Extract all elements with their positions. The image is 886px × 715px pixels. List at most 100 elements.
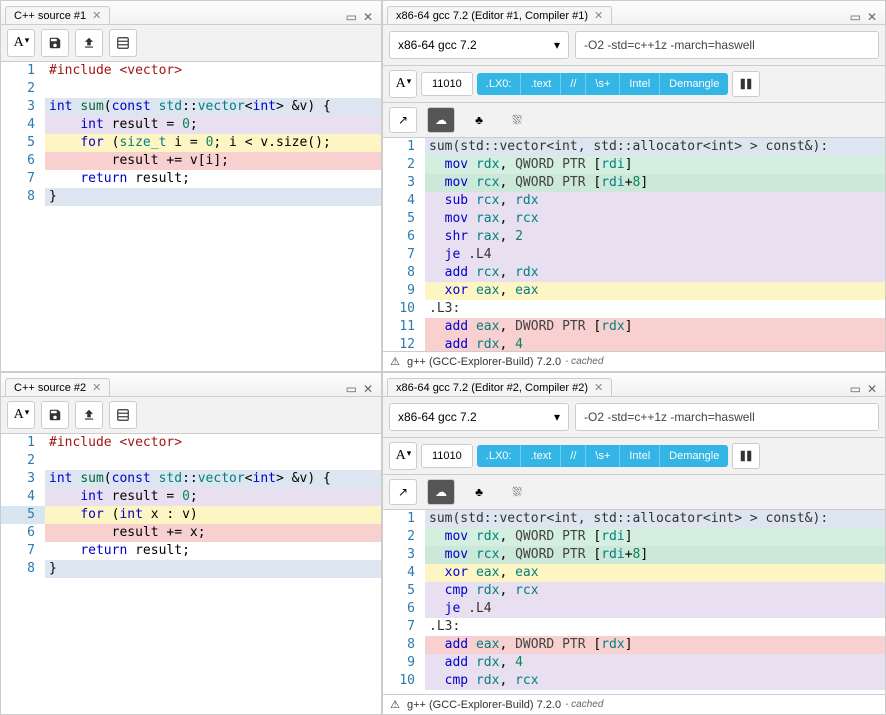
code-line[interactable]: 1sum(std::vector<int, std::allocator<int… — [383, 138, 885, 156]
code-content[interactable]: return result; — [45, 170, 381, 188]
code-line[interactable]: 8} — [1, 188, 381, 206]
code-content[interactable]: .L3: — [425, 300, 885, 318]
code-line[interactable]: 10 cmp rdx, rcx — [383, 672, 885, 690]
maximize-icon[interactable]: ▭ — [850, 382, 861, 396]
code-content[interactable]: add rdx, 4 — [425, 654, 885, 672]
code-line[interactable]: 5 cmp rdx, rcx — [383, 582, 885, 600]
code-line[interactable]: 6 result += x; — [1, 524, 381, 542]
code-content[interactable]: add rdx, 4 — [425, 336, 885, 351]
code-line[interactable]: 2 — [1, 452, 381, 470]
code-content[interactable]: add eax, DWORD PTR [rdx] — [425, 318, 885, 336]
code-line[interactable]: 3 mov rcx, QWORD PTR [rdi+8] — [383, 546, 885, 564]
code-line[interactable]: 4 sub rcx, rdx — [383, 192, 885, 210]
code-line[interactable]: 5 for (int x : v) — [1, 506, 381, 524]
code-line[interactable]: 2 mov rdx, QWORD PTR [rdi] — [383, 156, 885, 174]
tree-icon[interactable]: ♣ — [465, 107, 493, 133]
code-content[interactable]: result += x; — [45, 524, 381, 542]
popout-icon[interactable]: ↗ — [389, 479, 417, 505]
code-content[interactable]: for (size_t i = 0; i < v.size(); — [45, 134, 381, 152]
maximize-icon[interactable]: ▭ — [850, 10, 861, 24]
font-size-button[interactable]: A▾ — [7, 29, 35, 57]
code-line[interactable]: 4 xor eax, eax — [383, 564, 885, 582]
code-line[interactable]: 8} — [1, 560, 381, 578]
close-icon[interactable]: ✕ — [92, 381, 101, 394]
code-line[interactable]: 9 xor eax, eax — [383, 282, 885, 300]
close-panel-icon[interactable]: ✕ — [867, 10, 877, 24]
code-content[interactable]: int sum(const std::vector<int> &v) { — [45, 98, 381, 116]
code-line[interactable]: 7.L3: — [383, 618, 885, 636]
bug-icon[interactable]: ⛆ — [503, 107, 531, 133]
code-line[interactable]: 3int sum(const std::vector<int> &v) { — [1, 470, 381, 488]
code-line[interactable]: 8 add rcx, rdx — [383, 264, 885, 282]
code-content[interactable]: for (int x : v) — [45, 506, 381, 524]
code-content[interactable]: int sum(const std::vector<int> &v) { — [45, 470, 381, 488]
code-content[interactable]: #include <vector> — [45, 434, 381, 452]
code-line[interactable]: 6 shr rax, 2 — [383, 228, 885, 246]
code-line[interactable]: 7 je .L4 — [383, 246, 885, 264]
code-content[interactable]: sub rcx, rdx — [425, 192, 885, 210]
tab-source-1[interactable]: C++ source #1 ✕ — [5, 6, 110, 24]
compiler-select[interactable]: x86-64 gcc 7.2 ▾ — [389, 31, 569, 59]
diff-button[interactable] — [732, 71, 760, 97]
source-editor-1[interactable]: 1#include <vector>23int sum(const std::v… — [1, 62, 381, 371]
settings-button[interactable] — [109, 29, 137, 57]
close-icon[interactable]: ✕ — [594, 9, 603, 22]
maximize-icon[interactable]: ▭ — [346, 382, 357, 396]
filter-text[interactable]: .text — [521, 445, 561, 467]
source-editor-2[interactable]: 1#include <vector>23int sum(const std::v… — [1, 434, 381, 714]
code-content[interactable]: cmp rdx, rcx — [425, 582, 885, 600]
tab-compiler-1[interactable]: x86-64 gcc 7.2 (Editor #1, Compiler #1) … — [387, 6, 612, 24]
compiler-flags-input[interactable] — [575, 31, 879, 59]
save-button[interactable] — [41, 401, 69, 429]
load-button[interactable] — [75, 29, 103, 57]
code-content[interactable]: sum(std::vector<int, std::allocator<int>… — [425, 138, 885, 156]
code-content[interactable] — [45, 80, 381, 98]
code-line[interactable]: 2 mov rdx, QWORD PTR [rdi] — [383, 528, 885, 546]
code-line[interactable]: 4 int result = 0; — [1, 488, 381, 506]
code-line[interactable]: 2 — [1, 80, 381, 98]
filter-intel[interactable]: Intel — [620, 445, 660, 467]
code-line[interactable]: 1#include <vector> — [1, 62, 381, 80]
filter-demangle[interactable]: Demangle — [660, 73, 728, 95]
code-line[interactable]: 7 return result; — [1, 542, 381, 560]
code-content[interactable]: mov rcx, QWORD PTR [rdi+8] — [425, 174, 885, 192]
code-line[interactable]: 3int sum(const std::vector<int> &v) { — [1, 98, 381, 116]
filter-s[interactable]: \s+ — [586, 73, 620, 95]
bug-icon[interactable]: ⛆ — [503, 479, 531, 505]
code-line[interactable]: 4 int result = 0; — [1, 116, 381, 134]
compiler-flags-input[interactable] — [575, 403, 879, 431]
code-content[interactable]: } — [45, 560, 381, 578]
code-line[interactable]: 1#include <vector> — [1, 434, 381, 452]
code-content[interactable]: return result; — [45, 542, 381, 560]
code-content[interactable]: shr rax, 2 — [425, 228, 885, 246]
filter-[interactable]: // — [561, 445, 586, 467]
load-button[interactable] — [75, 401, 103, 429]
code-line[interactable]: 11 add eax, DWORD PTR [rdx] — [383, 318, 885, 336]
close-panel-icon[interactable]: ✕ — [363, 10, 373, 24]
asm-editor-2[interactable]: 1sum(std::vector<int, std::allocator<int… — [383, 510, 885, 694]
code-line[interactable]: 1sum(std::vector<int, std::allocator<int… — [383, 510, 885, 528]
code-content[interactable]: add eax, DWORD PTR [rdx] — [425, 636, 885, 654]
code-content[interactable]: result += v[i]; — [45, 152, 381, 170]
filter-lx0[interactable]: .LX0: — [477, 445, 522, 467]
tree-icon[interactable]: ♣ — [465, 479, 493, 505]
code-line[interactable]: 5 mov rax, rcx — [383, 210, 885, 228]
close-panel-icon[interactable]: ✕ — [363, 382, 373, 396]
filter-intel[interactable]: Intel — [620, 73, 660, 95]
code-content[interactable]: mov rax, rcx — [425, 210, 885, 228]
code-line[interactable]: 6 je .L4 — [383, 600, 885, 618]
filter-[interactable]: // — [561, 73, 586, 95]
close-icon[interactable]: ✕ — [92, 9, 101, 22]
save-button[interactable] — [41, 29, 69, 57]
code-content[interactable]: xor eax, eax — [425, 564, 885, 582]
cloud-icon[interactable]: ☁ — [427, 107, 455, 133]
code-content[interactable]: je .L4 — [425, 246, 885, 264]
code-content[interactable]: cmp rdx, rcx — [425, 672, 885, 690]
font-size-button[interactable]: A▾ — [389, 70, 417, 98]
code-content[interactable]: int result = 0; — [45, 116, 381, 134]
code-content[interactable]: mov rcx, QWORD PTR [rdi+8] — [425, 546, 885, 564]
code-content[interactable]: sum(std::vector<int, std::allocator<int>… — [425, 510, 885, 528]
compiler-select[interactable]: x86-64 gcc 7.2 ▾ — [389, 403, 569, 431]
font-size-button[interactable]: A▾ — [389, 442, 417, 470]
code-content[interactable]: je .L4 — [425, 600, 885, 618]
